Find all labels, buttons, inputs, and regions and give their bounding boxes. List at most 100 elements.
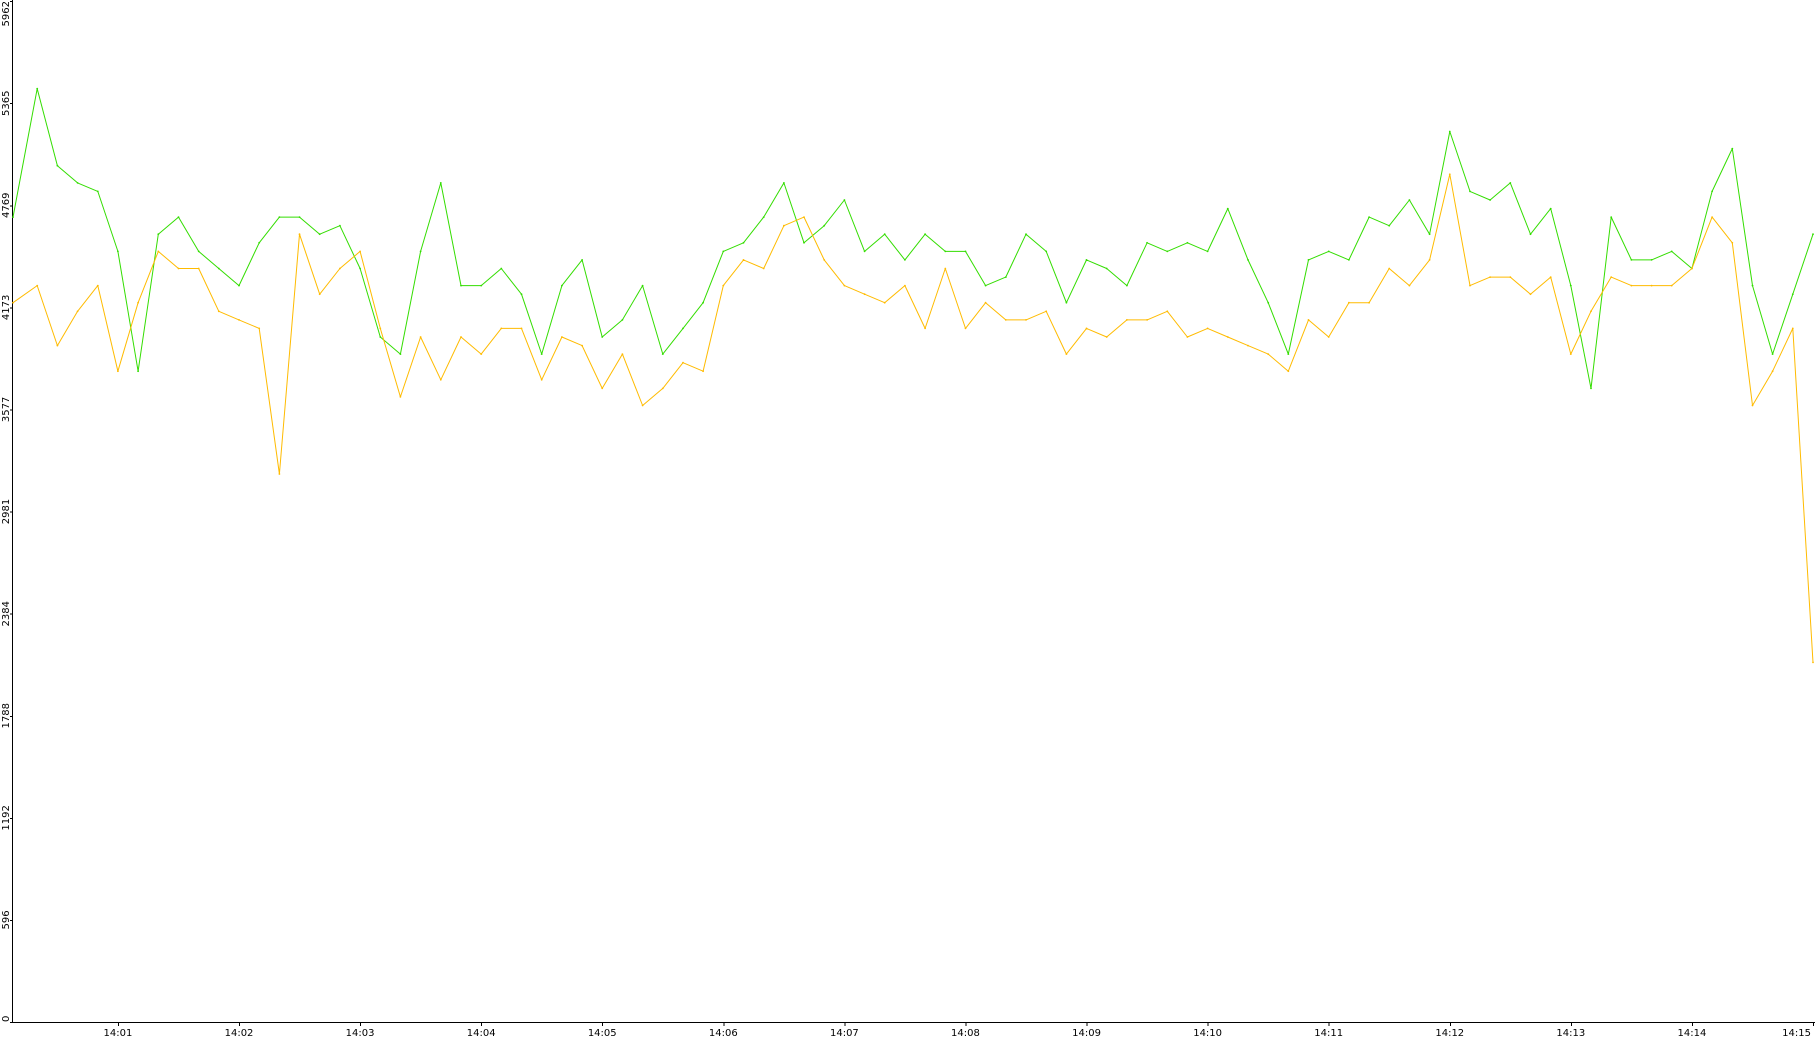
series-1-point — [783, 182, 785, 184]
series-2-point — [1065, 353, 1068, 355]
series-1-point — [1549, 207, 1552, 210]
y-axis-ticks: 0 596 1192 1788 2384 2981 3577 4173 4769 5365 5962 — [1, 1, 13, 1023]
series-2-point — [359, 250, 361, 253]
series-1-point — [1368, 216, 1370, 219]
series-1-point — [1045, 250, 1048, 253]
series-2-point — [1610, 276, 1613, 278]
series-2-point — [803, 216, 805, 219]
series-2-point — [1711, 216, 1713, 219]
series-2-point — [137, 301, 140, 304]
series-2-point — [661, 387, 664, 390]
series-2-point — [984, 301, 987, 304]
series-2-point — [1388, 267, 1391, 270]
series-1-point — [36, 87, 39, 90]
series-2-point — [1650, 284, 1653, 287]
series-1 — [12, 87, 1814, 390]
series-1-point — [1590, 387, 1592, 390]
x-tick-label: 14:10 — [1193, 1028, 1222, 1039]
series-2-point — [823, 259, 826, 261]
series-2-point — [561, 336, 563, 338]
series-1-point — [520, 293, 523, 296]
series-1-point — [157, 233, 160, 236]
series-1-point — [318, 233, 321, 236]
x-tick-label: 14:03 — [346, 1028, 375, 1039]
series-1-point — [843, 199, 846, 201]
series-1-point — [1247, 259, 1249, 261]
series-2-point — [379, 327, 382, 330]
series-1-point — [1610, 216, 1613, 219]
series-2-point — [1105, 336, 1108, 338]
series-2-point — [1348, 301, 1350, 304]
series-1-point — [278, 216, 281, 219]
series-1-point — [298, 216, 301, 219]
series-1-point — [1065, 301, 1068, 304]
series-2-point — [1045, 310, 1048, 313]
series-1-point — [56, 164, 59, 167]
series-1-point — [197, 250, 200, 253]
series-1-point — [1469, 190, 1471, 193]
y-tick-label: 1192 — [1, 805, 12, 830]
series-2-point — [258, 327, 261, 330]
series-1-point — [1650, 259, 1653, 261]
x-tick-label: 14:11 — [1314, 1028, 1343, 1039]
series-2-point — [76, 310, 79, 313]
series-2-point — [419, 336, 422, 338]
series-2-point — [1670, 284, 1673, 287]
series-2-point — [278, 473, 281, 475]
series-2-point — [1004, 319, 1007, 321]
series-layer — [12, 87, 1814, 664]
series-1-point — [1711, 190, 1713, 193]
series-2-point — [601, 387, 604, 390]
series-1-point — [682, 327, 684, 330]
series-1-point — [1146, 241, 1148, 244]
series-2-point — [1751, 404, 1754, 407]
series-2-point — [641, 404, 644, 407]
series-2-point — [117, 370, 119, 373]
series-1-point — [379, 336, 382, 338]
series-1-point — [1812, 233, 1814, 236]
series-1-point — [1105, 267, 1108, 270]
series-1-point — [702, 301, 704, 304]
series-1-point — [1771, 353, 1774, 355]
series-1-point — [581, 259, 583, 261]
y-tick-label: 2384 — [1, 601, 12, 626]
series-2-point — [1791, 327, 1794, 330]
series-2-point — [883, 301, 886, 304]
series-1-point — [1529, 233, 1532, 236]
series-1-point — [863, 250, 866, 253]
series-1-point — [1166, 250, 1169, 253]
series-2-point — [964, 327, 967, 330]
series-2-point — [318, 293, 321, 296]
series-1-point — [1327, 250, 1330, 253]
series-1-point — [540, 353, 543, 355]
series-2-point — [197, 267, 200, 270]
series-2-point — [1307, 319, 1310, 321]
series-2-point — [1509, 276, 1512, 278]
series-2-point — [843, 284, 846, 287]
series-1-point — [1267, 301, 1270, 304]
series-1-point — [399, 353, 402, 355]
x-tick-label: 14:01 — [104, 1028, 133, 1039]
y-tick-label: 5365 — [1, 91, 12, 116]
series-2-point — [762, 267, 765, 270]
series-2-point — [217, 310, 220, 313]
series-2-point — [1529, 293, 1532, 296]
y-tick-label: 0 — [1, 1016, 12, 1022]
series-2-point — [298, 233, 301, 236]
series-2-point — [540, 378, 543, 381]
series-1-point — [1004, 276, 1007, 278]
series-1-point — [217, 267, 220, 270]
series-2-point — [924, 327, 926, 330]
series-2-point — [439, 378, 442, 381]
x-tick-label: 14:13 — [1556, 1028, 1585, 1039]
series-2-point — [1590, 310, 1592, 313]
series-2-point — [1025, 319, 1027, 321]
series-2-point — [581, 344, 583, 347]
series-2-point — [1812, 661, 1814, 664]
series-1-point — [803, 241, 805, 244]
series-1-point — [1670, 250, 1673, 253]
series-2-point — [682, 361, 684, 364]
series-1-point — [1226, 207, 1229, 210]
series-1-point — [117, 250, 119, 253]
y-tick-label: 4173 — [1, 295, 12, 320]
